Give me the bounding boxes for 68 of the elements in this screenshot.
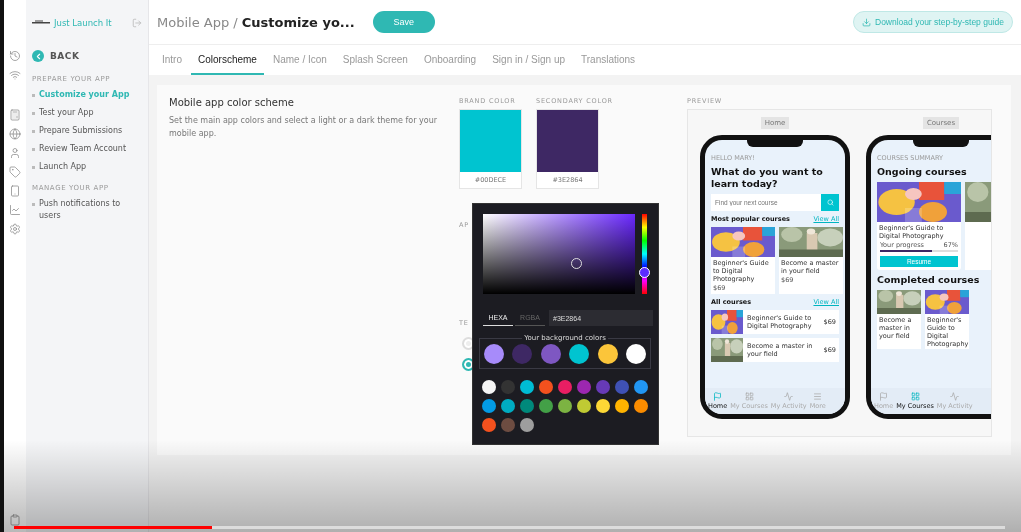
tab[interactable]: Intro: [155, 45, 189, 75]
color-dot[interactable]: [577, 399, 591, 413]
sidebar-item[interactable]: Review Team Account: [26, 140, 148, 158]
screen-heading: What do you want to learn today?: [711, 166, 824, 190]
color-dot[interactable]: [634, 380, 648, 394]
color-dot[interactable]: [539, 399, 553, 413]
activity-icon: [950, 392, 960, 401]
tab[interactable]: Translations: [574, 45, 643, 75]
tab[interactable]: Splash Screen: [335, 45, 415, 75]
section-heading: Completed courses: [877, 273, 981, 286]
color-dot[interactable]: [577, 380, 591, 394]
back-button[interactable]: BACK: [26, 45, 148, 67]
hue-slider[interactable]: [642, 214, 647, 294]
clipboard-icon[interactable]: [9, 514, 21, 526]
color-dot[interactable]: [482, 399, 496, 413]
flag-icon: [713, 392, 723, 401]
color-dot[interactable]: [501, 399, 515, 413]
color-dot[interactable]: [597, 344, 618, 364]
download-icon: [862, 17, 871, 27]
color-dot[interactable]: [625, 344, 646, 364]
color-dot[interactable]: [596, 380, 610, 394]
color-dot[interactable]: [482, 380, 496, 394]
section-title: Mobile app color scheme: [169, 97, 295, 108]
video-progress-bar[interactable]: [14, 526, 1005, 529]
color-dot[interactable]: [634, 399, 648, 413]
tab[interactable]: Sign in / Sign up: [485, 45, 572, 75]
flag-icon: [879, 392, 889, 401]
color-dot[interactable]: [615, 399, 629, 413]
sidebar-item[interactable]: Prepare Submissions: [26, 122, 148, 140]
bullet-icon: [32, 166, 35, 169]
bullet-icon: [32, 203, 35, 206]
color-dot[interactable]: [558, 380, 572, 394]
color-dot[interactable]: [484, 344, 504, 364]
tab[interactable]: Onboarding: [416, 45, 484, 75]
bullet-icon: [32, 130, 35, 133]
color-area[interactable]: [483, 214, 635, 294]
sidebar-item[interactable]: Launch App: [26, 158, 148, 176]
color-dot[interactable]: [615, 380, 629, 394]
color-dot[interactable]: [501, 418, 515, 432]
grid-icon: [744, 392, 754, 401]
bullet-icon: [32, 112, 35, 115]
phone-notch: [913, 140, 969, 147]
color-dot[interactable]: [539, 380, 553, 394]
phone-notch: [747, 140, 803, 147]
color-dot[interactable]: [512, 344, 533, 364]
sidebar-item[interactable]: Test your App: [26, 104, 148, 122]
logo-icon: [32, 20, 50, 25]
grid-icon: [910, 392, 920, 401]
section-description: Set the main app colors and select a light or a dark theme for your mobile app.: [169, 115, 439, 140]
globe-icon[interactable]: [9, 128, 21, 140]
color-dot[interactable]: [596, 399, 610, 413]
menu-icon: [813, 392, 823, 401]
activity-icon: [784, 392, 794, 401]
bullet-icon: [32, 148, 35, 151]
sidebar-item[interactable]: Push notifications to users: [26, 195, 148, 225]
tab[interactable]: Name / Icon: [265, 45, 334, 75]
screen-heading: Ongoing courses: [877, 166, 968, 178]
color-dot[interactable]: [520, 380, 534, 394]
color-dot[interactable]: [569, 344, 590, 364]
color-dot[interactable]: [520, 418, 534, 432]
brand-name: Just Launch It: [54, 17, 113, 28]
color-dot[interactable]: [558, 399, 572, 413]
color-dot[interactable]: [540, 344, 561, 364]
back-icon: [32, 50, 44, 62]
bullet-icon: [32, 94, 35, 97]
color-dot[interactable]: [520, 399, 534, 413]
color-dot[interactable]: [482, 418, 496, 432]
page-title: Mobile App / Customize yo...: [157, 14, 355, 30]
